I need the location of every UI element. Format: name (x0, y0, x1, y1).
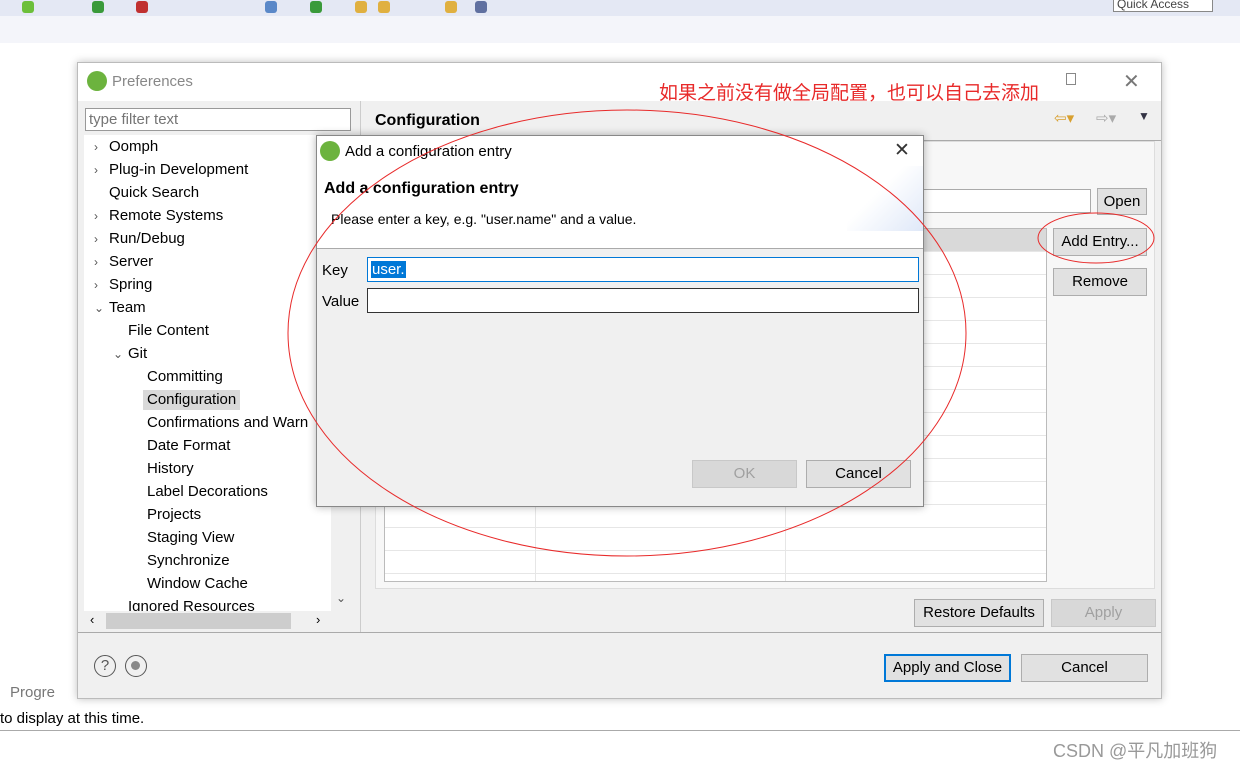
annotation-overlay (287, 109, 1155, 557)
annotation-ellipse-large (287, 109, 967, 557)
annotation-ellipse-add-entry (1037, 212, 1155, 264)
